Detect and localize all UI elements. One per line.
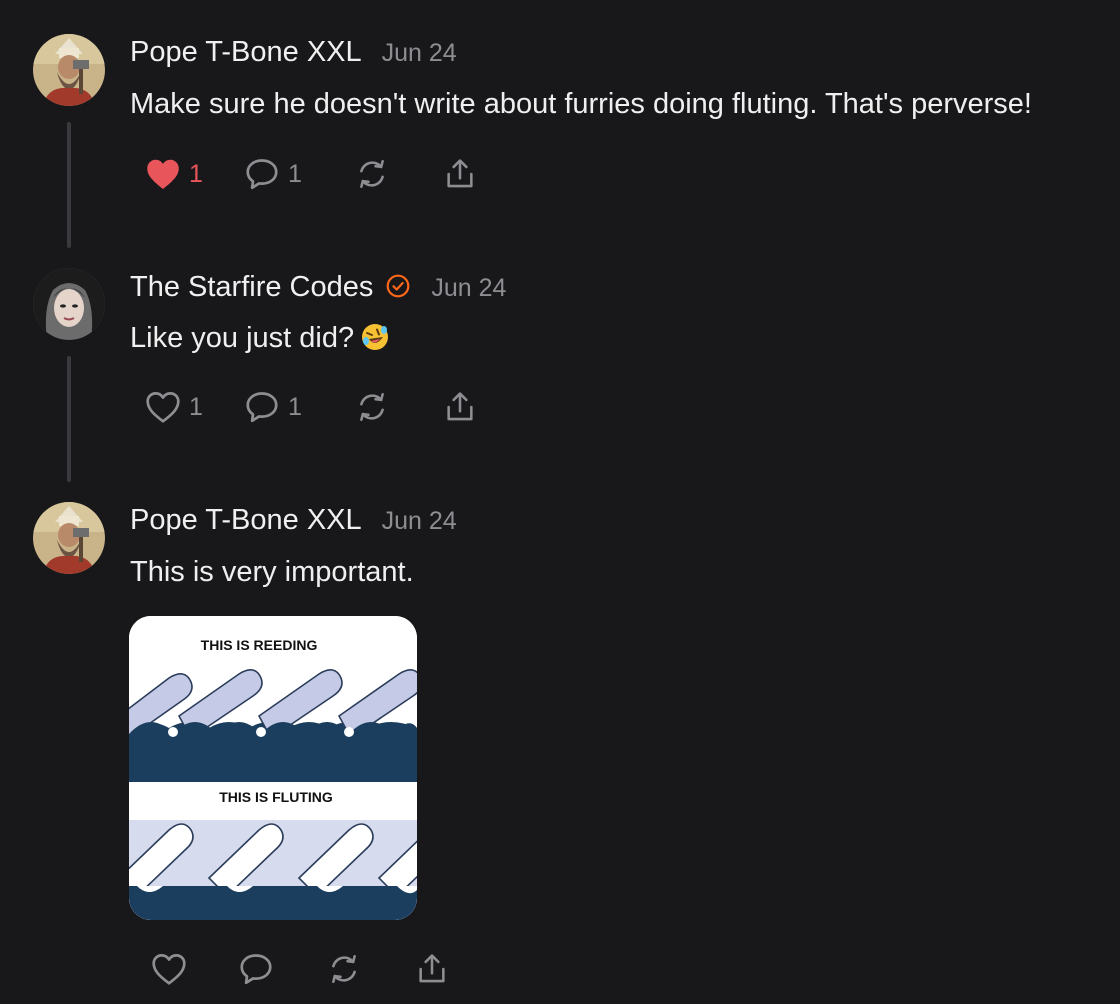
rolling-laughing-emoji-icon [362,324,389,350]
reply-count: 1 [288,392,302,421]
avatar[interactable] [33,502,105,574]
share-icon [447,392,473,421]
comment-text-row: Like you just did? [130,322,390,355]
speech-bubble-icon [246,392,278,423]
thread-line [67,122,71,248]
reply-button[interactable] [238,949,282,989]
speech-bubble-icon [246,159,278,190]
restack-button[interactable] [355,154,389,194]
comment-text: This is very important. [130,556,414,588]
share-button[interactable] [415,949,449,989]
verified-check-icon [387,274,410,298]
reply-button[interactable]: 1 [244,154,302,194]
share-icon [419,954,445,983]
comment-text: Like you just did? [130,322,355,354]
avatar[interactable] [33,34,105,106]
share-icon [447,159,473,188]
image-caption-bottom: THIS IS FLUTING [219,789,333,805]
restack-button[interactable] [355,387,389,427]
like-button[interactable] [151,949,195,989]
heart-icon [146,392,180,423]
reply-count: 1 [288,159,302,188]
restack-icon [360,392,384,422]
like-button[interactable]: 1 [145,154,203,194]
comment-header: Pope T-Bone XXL Jun 24 [130,36,457,69]
author-name[interactable]: Pope T-Bone XXL [130,36,362,69]
comment-date[interactable]: Jun 24 [382,39,457,68]
image-caption-top: THIS IS REEDING [201,637,318,653]
like-button[interactable]: 1 [145,387,203,427]
comment-header: The Starfire Codes Jun 24 [130,270,506,304]
comment-date[interactable]: Jun 24 [431,274,506,303]
attached-image[interactable]: THIS IS REEDING THIS IS FLUTING [129,616,417,920]
restack-button[interactable] [327,949,361,989]
comment-header: Pope T-Bone XXL Jun 24 [130,504,457,537]
share-button[interactable] [443,154,477,194]
reply-button[interactable]: 1 [244,387,302,427]
heart-icon [152,954,186,985]
author-name[interactable]: The Starfire Codes [130,271,373,304]
thread-line [67,356,71,482]
avatar[interactable] [33,268,105,340]
author-name[interactable]: Pope T-Bone XXL [130,504,362,537]
comment-date[interactable]: Jun 24 [382,507,457,536]
share-button[interactable] [443,387,477,427]
like-count: 1 [189,159,203,188]
like-count: 1 [189,392,203,421]
comment-text: Make sure he doesn't write about furries… [130,88,1032,120]
restack-icon [360,159,384,189]
speech-bubble-icon [240,954,272,985]
heart-icon [147,159,179,189]
restack-icon [332,954,356,984]
